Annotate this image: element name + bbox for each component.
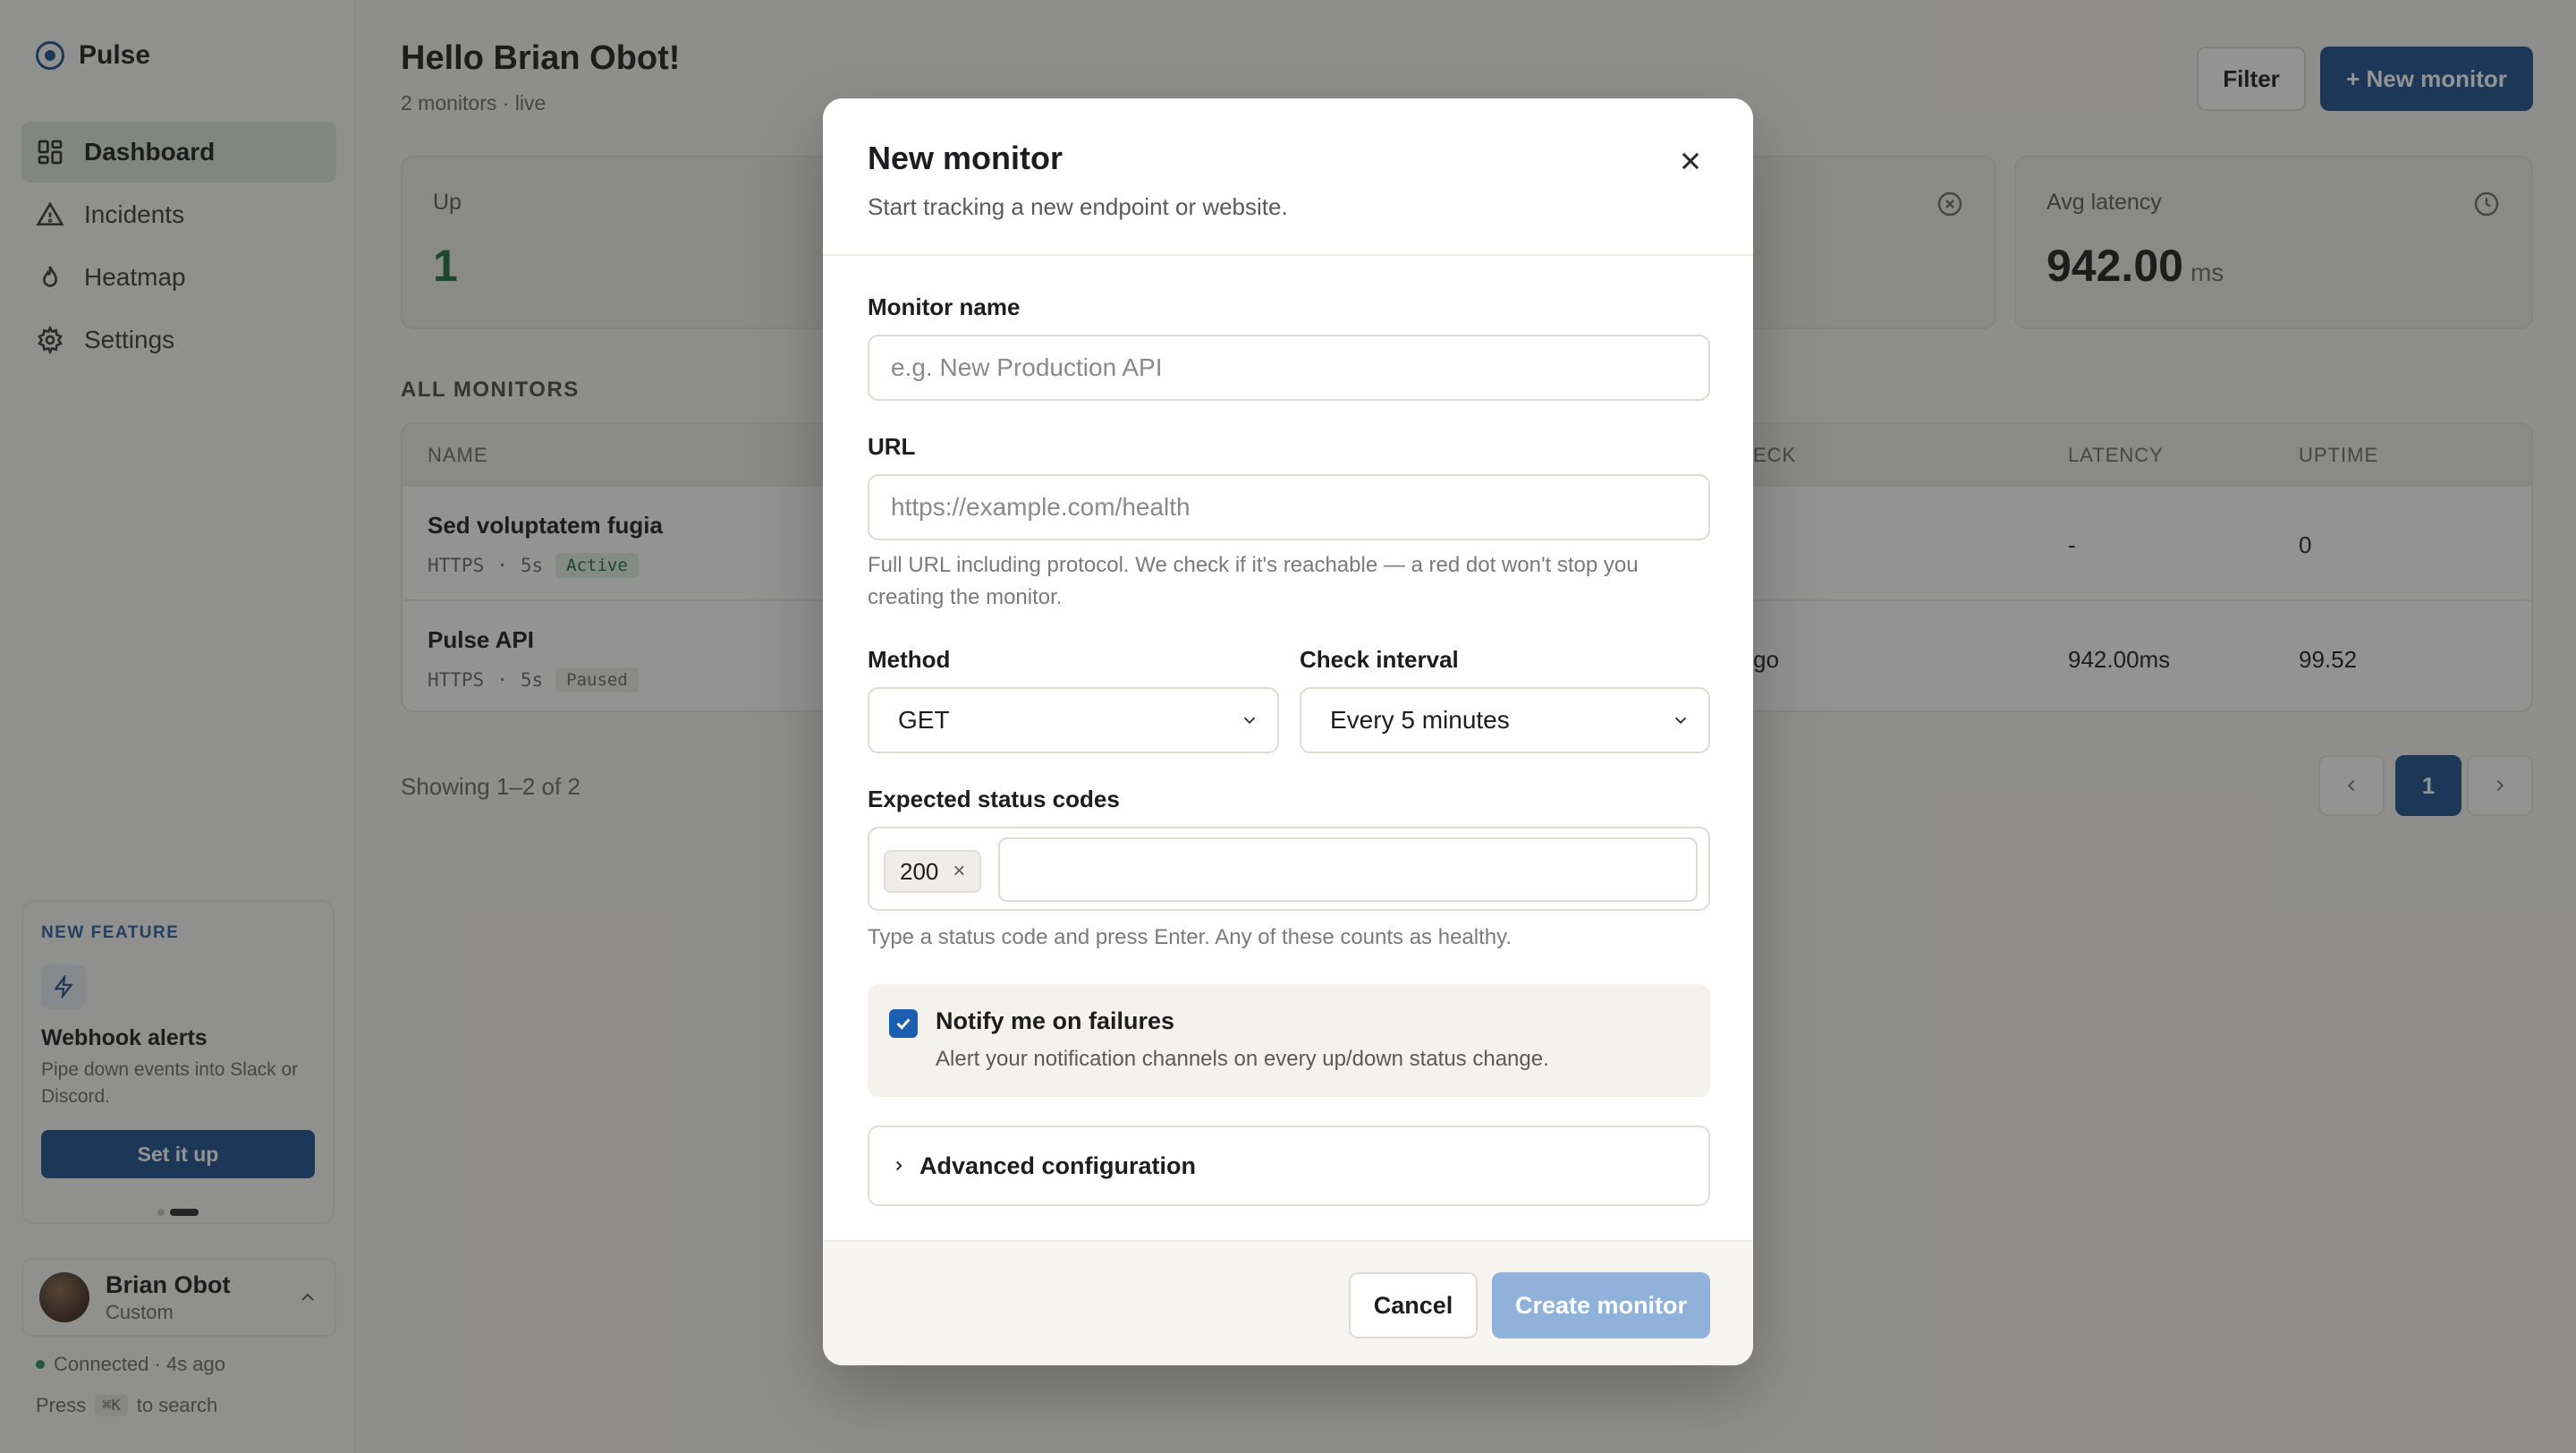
monitor-name-input[interactable]	[868, 335, 1710, 401]
advanced-config-toggle[interactable]: Advanced configuration	[868, 1126, 1710, 1206]
chevron-down-icon	[1243, 717, 1256, 725]
cancel-button[interactable]: Cancel	[1349, 1272, 1478, 1338]
url-label: URL	[868, 433, 916, 460]
status-codes-field: 200 ×	[868, 827, 1710, 911]
chip-label: 200	[900, 857, 939, 885]
method-value: GET	[898, 706, 950, 734]
chevron-down-icon	[1674, 717, 1687, 725]
method-select[interactable]: GET	[868, 687, 1279, 753]
notify-description: Alert your notification channels on ever…	[936, 1047, 1549, 1071]
dialog-subtitle: Start tracking a new endpoint or website…	[868, 193, 1288, 220]
url-help-text: Full URL including protocol. We check if…	[868, 553, 1639, 609]
status-codes-label: Expected status codes	[868, 786, 1120, 812]
notify-title: Notify me on failures	[936, 1007, 1175, 1034]
status-code-input[interactable]	[998, 837, 1698, 902]
status-code-chip: 200 ×	[884, 850, 982, 893]
dialog-footer: Cancel Create monitor	[823, 1240, 1753, 1365]
monitor-name-label: Monitor name	[868, 293, 1021, 320]
remove-chip-icon[interactable]: ×	[953, 859, 965, 884]
method-label: Method	[868, 646, 951, 673]
checkmark-icon	[896, 1018, 911, 1030]
dialog-title: New monitor	[868, 140, 1063, 176]
new-monitor-dialog: New monitor Start tracking a new endpoin…	[823, 98, 1753, 1365]
interval-label: Check interval	[1300, 646, 1459, 673]
create-monitor-button[interactable]: Create monitor	[1492, 1272, 1710, 1338]
close-button[interactable]	[1674, 145, 1707, 177]
interval-value: Every 5 minutes	[1330, 706, 1510, 734]
notify-checkbox[interactable]	[889, 1009, 918, 1038]
status-codes-help: Type a status code and press Enter. Any …	[868, 925, 1512, 949]
interval-select[interactable]: Every 5 minutes	[1300, 687, 1710, 753]
url-input[interactable]	[868, 474, 1710, 540]
advanced-label: Advanced configuration	[919, 1151, 1197, 1179]
chevron-right-icon	[896, 1160, 902, 1171]
dialog-divider	[823, 254, 1753, 256]
close-icon	[1682, 152, 1699, 170]
notify-option[interactable]: Notify me on failures Alert your notific…	[868, 984, 1710, 1097]
